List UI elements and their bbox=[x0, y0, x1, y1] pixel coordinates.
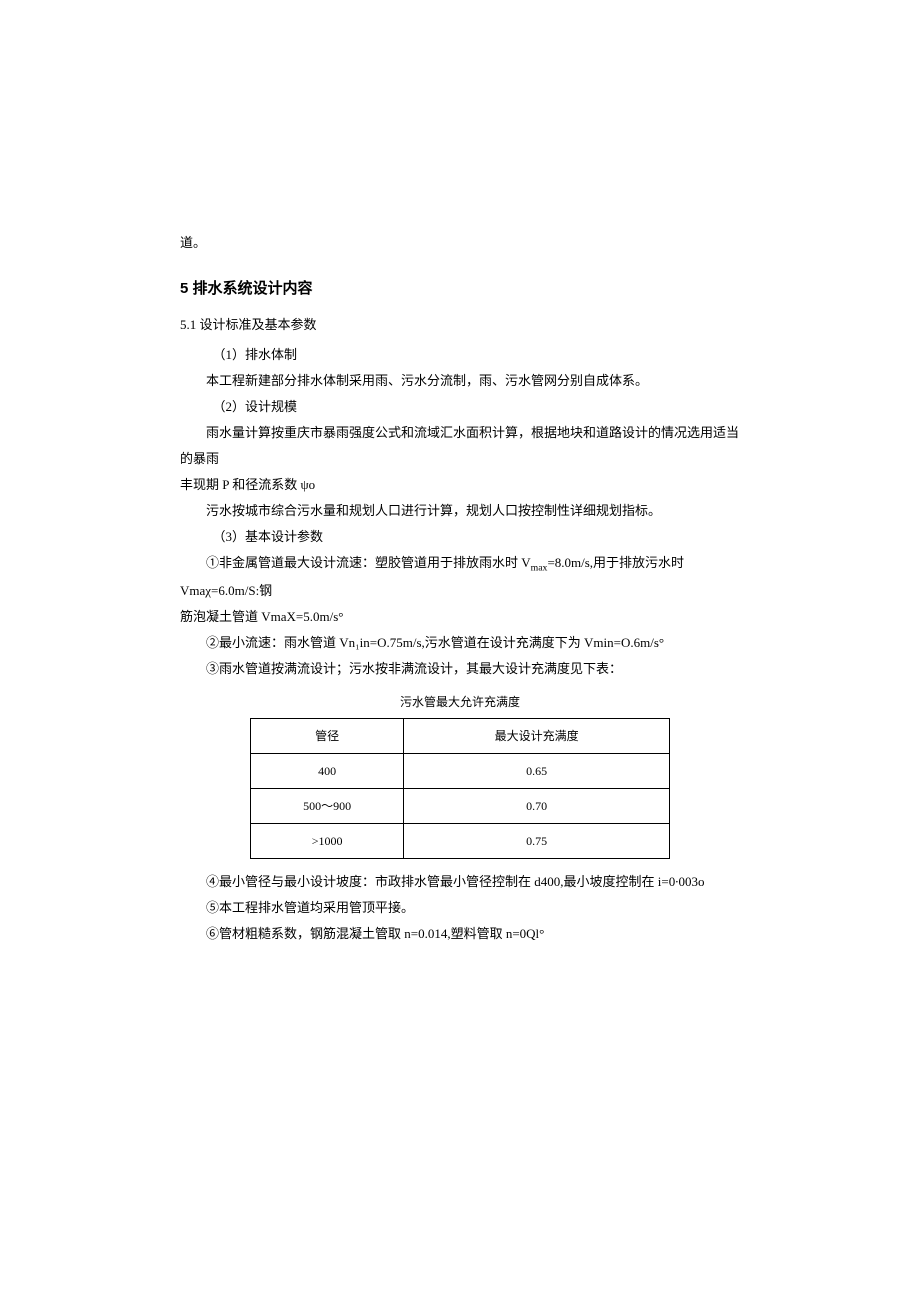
col-header-diameter: 管径 bbox=[251, 719, 404, 754]
table-header-row: 管径 最大设计充满度 bbox=[251, 719, 670, 754]
text-span: ①非金属管道最大设计流速：塑胶管道用于排放雨水时 V bbox=[206, 555, 531, 570]
item-2-body-line-2: 丰现期 P 和径流系数 ψo bbox=[180, 472, 740, 498]
item-1-label: （1）排水体制 bbox=[180, 342, 740, 368]
item-3-line-1b: 筋泡凝土管道 VmaX=5.0m/s° bbox=[180, 604, 740, 630]
table-row: 500〜900 0.70 bbox=[251, 789, 670, 824]
continuation-fragment: 道。 bbox=[180, 230, 740, 256]
cell-fill: 0.65 bbox=[404, 754, 670, 789]
table-row: >1000 0.75 bbox=[251, 824, 670, 859]
item-3-line-4: ④最小管径与最小设计坡度：市政排水管最小管径控制在 d400,最小坡度控制在 i… bbox=[180, 869, 740, 895]
cell-diameter: >1000 bbox=[251, 824, 404, 859]
item-2-body-line-1: 雨水量计算按重庆市暴雨强度公式和流域汇水面积计算，根据地块和道路设计的情况选用适… bbox=[180, 420, 740, 472]
item-2-body-line-3: 污水按城市综合污水量和规划人口进行计算，规划人口按控制性详细规划指标。 bbox=[180, 498, 740, 524]
item-3-line-3: ③雨水管道按满流设计；污水按非满流设计，其最大设计充满度见下表： bbox=[180, 656, 740, 682]
item-1-body: 本工程新建部分排水体制采用雨、污水分流制，雨、污水管网分别自成体系。 bbox=[180, 368, 740, 394]
item-3-line-1a: ①非金属管道最大设计流速：塑胶管道用于排放雨水时 Vmax=8.0m/s,用于排… bbox=[180, 550, 740, 604]
item-3-line-2: ②最小流速：雨水管道 Vn₁in=O.75m/s,污水管道在设计充满度下为 Vm… bbox=[180, 630, 740, 656]
subscript-max: max bbox=[531, 563, 548, 574]
section-heading-5: 5 排水系统设计内容 bbox=[180, 274, 740, 304]
item-3-line-5: ⑤本工程排水管道均采用管顶平接。 bbox=[180, 895, 740, 921]
table-row: 400 0.65 bbox=[251, 754, 670, 789]
cell-fill: 0.70 bbox=[404, 789, 670, 824]
cell-diameter: 400 bbox=[251, 754, 404, 789]
cell-diameter: 500〜900 bbox=[251, 789, 404, 824]
item-3-label: （3）基本设计参数 bbox=[180, 524, 740, 550]
item-3-line-6: ⑥管材粗糙系数，钢筋混凝土管取 n=0.014,塑料管取 n=0Ql° bbox=[180, 921, 740, 947]
fill-ratio-table: 管径 最大设计充满度 400 0.65 500〜900 0.70 >1000 0… bbox=[250, 718, 670, 859]
subsection-heading-5-1: 5.1 设计标准及基本参数 bbox=[180, 312, 740, 338]
cell-fill: 0.75 bbox=[404, 824, 670, 859]
document-page: 道。 5 排水系统设计内容 5.1 设计标准及基本参数 （1）排水体制 本工程新… bbox=[0, 0, 920, 947]
col-header-fill: 最大设计充满度 bbox=[404, 719, 670, 754]
item-2-label: （2）设计规模 bbox=[180, 394, 740, 420]
table-title: 污水管最大允许充满度 bbox=[180, 690, 740, 714]
